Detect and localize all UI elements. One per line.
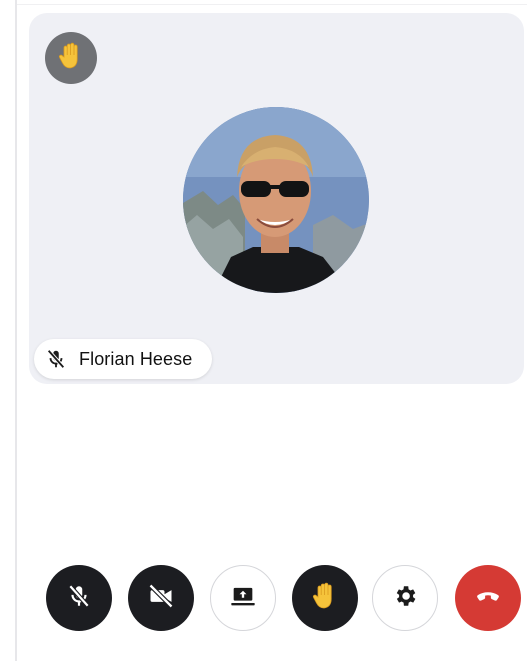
gear-icon (392, 583, 418, 614)
raised-hand-icon (58, 42, 84, 75)
mic-off-icon (66, 583, 92, 614)
raised-hand-icon (312, 582, 338, 615)
toggle-camera-button[interactable] (128, 565, 194, 631)
mic-off-icon (44, 347, 68, 371)
settings-button[interactable] (372, 565, 438, 631)
participant-name-tag: Florian Heese (34, 339, 212, 379)
toggle-mic-button[interactable] (46, 565, 112, 631)
raise-hand-button[interactable] (292, 565, 358, 631)
hangup-button[interactable] (455, 565, 521, 631)
left-divider (15, 0, 17, 661)
raised-hand-badge (45, 32, 97, 84)
participant-name: Florian Heese (79, 348, 193, 369)
share-screen-button[interactable] (210, 565, 276, 631)
phone-hangup-icon (473, 581, 503, 616)
screen-share-icon (229, 582, 257, 615)
top-divider (17, 4, 527, 5)
participant-avatar (183, 107, 369, 293)
videocam-off-icon (147, 582, 175, 615)
meeting-window: Florian Heese (0, 0, 527, 661)
